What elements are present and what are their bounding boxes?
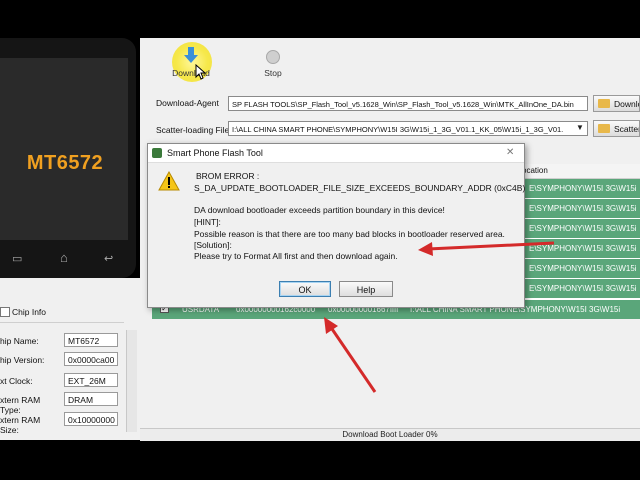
red-arrow-bottom (324, 317, 377, 393)
red-arrow-right (418, 241, 555, 256)
annotation-arrows (324, 241, 555, 393)
